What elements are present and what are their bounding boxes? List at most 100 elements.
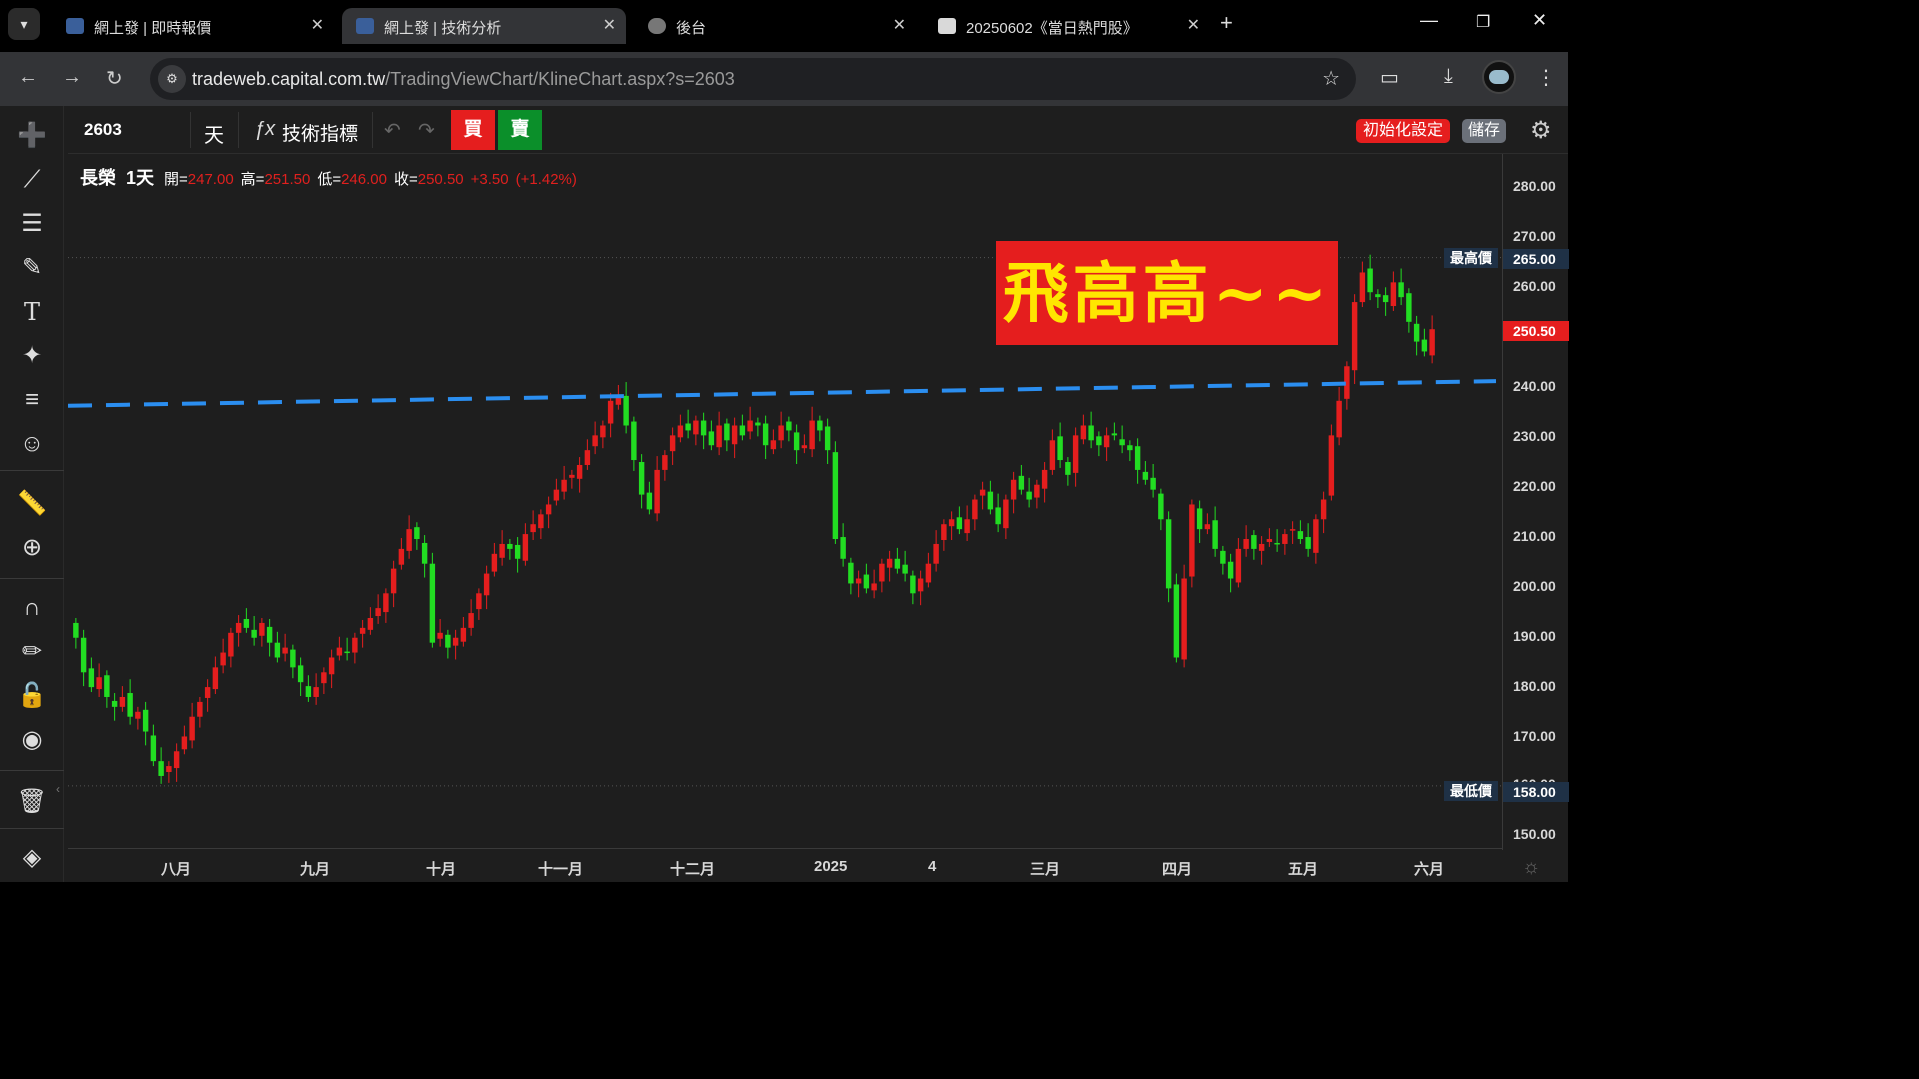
forward-arrow-icon[interactable]: → [62, 66, 82, 89]
time-tick-label: 九月 [300, 861, 331, 878]
candle-body [150, 735, 157, 762]
candle-body [228, 632, 234, 657]
browser-tab[interactable]: 網上發 | 即時報價 ✕ [52, 8, 334, 44]
indicators-button[interactable]: 技術指標 [282, 119, 358, 146]
save-button[interactable]: 儲存 [1462, 119, 1507, 143]
site-info-icon[interactable]: ⚙ [158, 65, 186, 93]
restore-window-icon[interactable]: ❐ [1476, 12, 1490, 32]
close-tab-icon[interactable]: ✕ [893, 15, 906, 35]
candle-body [1212, 520, 1218, 549]
download-icon[interactable]: ⤓ [1444, 65, 1453, 88]
candle-body [693, 420, 699, 435]
candle-body [235, 622, 242, 633]
candle-body [1010, 479, 1017, 500]
chart-pane[interactable]: 長榮 1天 開=247.00 高=251.50 低=246.00 收=250.50 +3.5… [67, 154, 1502, 850]
candle-body [1235, 548, 1242, 583]
layers-icon[interactable]: ◈ [14, 840, 50, 876]
sell-button[interactable]: 賣 [498, 110, 542, 150]
candle-body [259, 622, 265, 636]
brush-icon[interactable]: ✎ [14, 250, 50, 286]
tab-search-button[interactable]: ▾ [8, 8, 40, 40]
candle-body [166, 766, 172, 773]
chart-settings-corner-icon[interactable]: ☼ [1522, 856, 1540, 879]
candle-body [1367, 268, 1373, 293]
time-tick-label: 四月 [1162, 861, 1193, 878]
address-bar[interactable]: ⚙ tradeweb.capital.com.tw/TradingViewCha… [150, 58, 1356, 100]
magnet-icon[interactable]: ∩ [14, 590, 50, 626]
new-tab-plus-icon[interactable]: + [1220, 10, 1233, 36]
more-menu-icon[interactable]: ⋮ [1536, 65, 1556, 90]
reload-icon[interactable]: ↻ [106, 66, 123, 91]
url-host: tradeweb.capital.com.tw [192, 69, 386, 89]
candle-body [530, 524, 536, 533]
candle-body [499, 543, 505, 558]
candle-body [1413, 323, 1420, 342]
eye-icon[interactable]: ◉ [14, 722, 50, 758]
fib-retracement-icon[interactable]: ≡ [14, 382, 50, 418]
draw-lock-pencil-icon[interactable]: ✏ [14, 634, 50, 670]
bookmark-star-icon[interactable]: ☆ [1322, 66, 1340, 91]
fx-icon[interactable]: ƒx [254, 118, 275, 141]
candle-body [1127, 445, 1133, 451]
price-tick-label: 170.00 [1513, 728, 1556, 744]
text-tool-icon[interactable]: T [14, 294, 50, 330]
browser-tab[interactable]: 20250602《當日熱門股》 ✕ [924, 8, 1210, 44]
close-tab-icon[interactable]: ✕ [1187, 15, 1200, 35]
interval-selector[interactable]: 天 [204, 119, 224, 148]
reset-settings-button[interactable]: 初始化設定 [1356, 119, 1451, 143]
time-tick-label: 六月 [1414, 861, 1445, 878]
time-tick-label: 十一月 [538, 861, 584, 878]
redo-icon[interactable]: ↷ [418, 118, 435, 143]
trash-icon[interactable]: 🗑 [14, 784, 50, 820]
annotation-banner[interactable]: 飛高高~~ [996, 241, 1338, 345]
close-tab-icon[interactable]: ✕ [311, 15, 324, 35]
browser-tab-active[interactable]: 網上發 | 技術分析 ✕ [342, 8, 626, 44]
time-tick-label: 2025 [814, 858, 848, 875]
pitchfork-icon[interactable]: ☰ [14, 206, 50, 242]
candle-body [1018, 475, 1025, 490]
browser-tab[interactable]: 後台 ✕ [634, 8, 916, 44]
close-window-icon[interactable]: ✕ [1532, 10, 1547, 31]
candle-body [127, 693, 133, 717]
candle-body [925, 563, 932, 583]
extensions-puzzle-icon[interactable]: ▭ [1380, 65, 1399, 90]
candle-body [321, 672, 327, 684]
pattern-icon[interactable]: ✦ [14, 338, 50, 374]
buy-button[interactable]: 買 [451, 110, 495, 150]
unlock-icon[interactable]: 🔓 [14, 678, 50, 714]
site-favicon-icon [938, 18, 956, 34]
candle-body [724, 423, 730, 441]
crosshair-icon[interactable]: ➕ [14, 118, 50, 154]
candle-body [677, 425, 684, 438]
minimize-icon[interactable]: — [1420, 10, 1438, 31]
candle-body [406, 529, 412, 551]
price-axis[interactable]: 280.00 270.00 260.00 250.00 240.00 230.0… [1502, 154, 1569, 850]
candle-body [1181, 578, 1187, 660]
gear-icon[interactable]: ⚙ [1530, 116, 1552, 145]
lowest-price-label: 最低價 [1444, 781, 1498, 801]
back-arrow-icon[interactable]: ← [18, 66, 38, 89]
emoji-icon[interactable]: ☺ [14, 426, 50, 462]
ruler-icon[interactable]: 📏 [14, 486, 50, 522]
candle-body [189, 716, 195, 741]
trend-line [67, 379, 1497, 408]
candle-body [305, 686, 312, 697]
candle-body [104, 675, 110, 697]
undo-icon[interactable]: ↶ [384, 118, 401, 143]
candle-body [972, 499, 978, 520]
chart-top-bar: 2603 天 ƒx 技術指標 ↶ ↷ 買 賣 初始化設定 儲存 ⚙ [68, 106, 1568, 154]
candle-body [383, 593, 389, 613]
candle-body [708, 431, 715, 446]
profile-avatar[interactable] [1482, 60, 1516, 94]
symbol-input[interactable]: 2603 [84, 120, 122, 140]
url-text[interactable]: tradeweb.capital.com.tw/TradingViewChart… [192, 69, 735, 90]
candle-body [1375, 294, 1381, 298]
zoom-in-icon[interactable]: ⊕ [14, 530, 50, 566]
close-tab-icon[interactable]: ✕ [603, 15, 616, 35]
collapse-toolbar-chevron-icon[interactable]: ‹ [56, 782, 68, 806]
time-axis[interactable]: 八月 九月 十月 十一月 十二月 2025 4 三月 四月 五月 六月 [68, 848, 1502, 882]
candle-body [576, 464, 583, 479]
candle-body [910, 575, 916, 594]
trend-line-icon[interactable]: ⟋ [14, 162, 50, 198]
candle-body [956, 517, 963, 530]
